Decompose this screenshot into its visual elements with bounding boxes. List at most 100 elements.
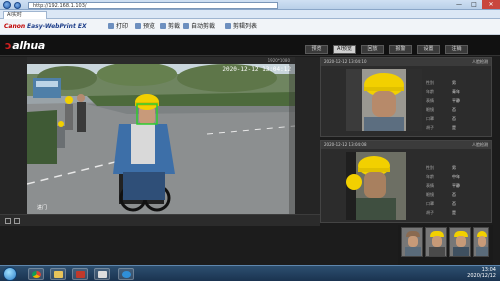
brand-logo: ↄalhua: [5, 39, 45, 52]
tab-ai-preview[interactable]: AI预览: [333, 45, 356, 54]
attr-value: 青年: [452, 89, 460, 94]
attribute-list: 性别男 年龄 中年 表情 平静 眼镜否 口罩否 胡子是: [426, 163, 486, 217]
attr-value: 否: [452, 107, 456, 112]
detection-panel-2: 2020-12-12 13:04:08 人脸检测 性别 男 年龄 中年 表情 平静 眼…: [320, 140, 492, 223]
close-button[interactable]: ✕: [482, 0, 500, 9]
fav-preview[interactable]: 预览: [135, 23, 155, 31]
attr-row: 性别 男: [426, 78, 486, 87]
attr-value: 是: [452, 125, 456, 130]
panel-timestamp: 2020-12-12 13:04:08: [324, 142, 367, 147]
taskbar-app[interactable]: [94, 268, 110, 280]
forward-button[interactable]: [14, 2, 21, 9]
browser-titlebar: http://192.168.1.103/ — □ ✕: [0, 0, 500, 10]
brand-text: alhua: [12, 39, 46, 52]
live-video[interactable]: 2020-12-12 13:04:12 进门: [27, 64, 295, 214]
camera-name-overlay: 进门: [37, 205, 48, 211]
start-button[interactable]: [3, 267, 17, 281]
browser-tab[interactable]: AI实时: [3, 11, 47, 19]
fav-print-label: 打印: [116, 23, 129, 30]
video-time-overlay: 2020-12-12 13:04:12: [222, 66, 291, 73]
taskbar-media[interactable]: [72, 268, 88, 280]
logo-swirl-icon: ↄ: [5, 39, 12, 52]
tab-alarm[interactable]: 报警: [389, 45, 412, 54]
attr-key: 性别: [426, 165, 434, 170]
attribute-list: 性别男 年龄 青年 表情 平静 眼镜否 口罩否 胡子是: [426, 78, 486, 132]
attr-value: 平静: [452, 98, 460, 103]
attr-row: 胡子 是: [426, 208, 486, 217]
attr-row: 眼镜 否: [426, 105, 486, 114]
panel-header: 2020-12-12 13:04:08 人脸检测: [321, 141, 491, 149]
os-taskbar: 13:04 2020/12/12: [0, 265, 500, 281]
fav-auto-clip[interactable]: 自动剪裁: [183, 23, 215, 31]
clip-list-icon: [225, 23, 231, 29]
video-control-bar: [0, 214, 320, 226]
attr-key: 口罩: [426, 201, 434, 206]
face-snapshot[interactable]: [346, 152, 406, 220]
tab-logout[interactable]: 注销: [445, 45, 468, 54]
attr-row: 口罩 否: [426, 114, 486, 123]
attr-value: 否: [452, 201, 456, 206]
maximize-button[interactable]: □: [467, 0, 481, 9]
attr-row: 表情 平静: [426, 181, 486, 190]
attr-key: 年龄: [426, 174, 434, 179]
capture-thumbnail[interactable]: [401, 227, 423, 257]
attr-value: 平静: [452, 183, 460, 188]
attr-row: 年龄 中年: [426, 172, 486, 181]
attr-key: 年龄: [426, 89, 434, 94]
attr-key: 胡子: [426, 125, 434, 130]
tab-playback[interactable]: 回放: [361, 45, 384, 54]
attr-value: 男: [452, 165, 456, 170]
attr-row: 口罩 否: [426, 199, 486, 208]
panel-header: 2020-12-12 13:04:10 人脸检测: [321, 58, 491, 66]
attr-value: 中年: [452, 174, 460, 179]
attr-row: 性别 男: [426, 163, 486, 172]
panel-tag: 人脸检测: [472, 142, 488, 147]
attr-key: 口罩: [426, 116, 434, 121]
clock-date: 2020/12/12: [467, 273, 496, 279]
taskbar-explorer[interactable]: [50, 268, 66, 280]
attr-key: 眼镜: [426, 192, 434, 197]
attr-value: 否: [452, 192, 456, 197]
face-snapshot-image: [346, 69, 422, 131]
snapshot-icon[interactable]: [14, 218, 20, 224]
attr-value: 是: [452, 210, 456, 215]
fav-clip-list-label: 剪辑列表: [233, 23, 258, 30]
attr-key: 表情: [426, 98, 434, 103]
taskbar-ie[interactable]: [118, 268, 134, 280]
fav-canon[interactable]: Canon: [4, 23, 25, 31]
taskbar-chrome[interactable]: [28, 268, 44, 280]
attr-key: 眼镜: [426, 107, 434, 112]
fav-clip[interactable]: 剪裁: [160, 23, 180, 31]
fav-print[interactable]: 打印: [108, 23, 128, 31]
attr-value: 男: [452, 80, 456, 85]
face-snapshot-image: [346, 152, 406, 220]
back-button[interactable]: [3, 1, 11, 9]
fullscreen-icon[interactable]: [5, 218, 11, 224]
fav-easy-webprint[interactable]: Easy-WebPrint EX: [27, 23, 87, 31]
face-snapshot[interactable]: [346, 69, 422, 131]
attr-row: 眼镜 否: [426, 190, 486, 199]
attr-value: 否: [452, 116, 456, 121]
video-left-margin: [0, 57, 27, 218]
browser-tabbar: AI实时: [0, 10, 500, 19]
address-bar[interactable]: http://192.168.1.103/: [28, 2, 278, 9]
fav-auto-clip-label: 自动剪裁: [191, 23, 216, 30]
fav-clip-label: 剪裁: [168, 23, 181, 30]
attr-key: 胡子: [426, 210, 434, 215]
attr-key: 性别: [426, 80, 434, 85]
fav-clip-list[interactable]: 剪辑列表: [225, 23, 257, 31]
video-scene: [27, 64, 295, 214]
capture-thumbnail[interactable]: [473, 227, 489, 257]
capture-thumbnail[interactable]: [449, 227, 471, 257]
panel-timestamp: 2020-12-12 13:04:10: [324, 59, 367, 64]
capture-thumbnails: [398, 225, 493, 265]
tab-preview[interactable]: 预览: [305, 45, 328, 54]
auto-clip-icon: [183, 23, 189, 29]
app-header: ↄalhua 预览 AI预览 回放 报警 设置 注销: [0, 35, 500, 56]
attr-key: 表情: [426, 183, 434, 188]
minimize-button[interactable]: —: [452, 0, 466, 9]
clock[interactable]: 13:04 2020/12/12: [467, 267, 496, 279]
attr-row: 表情 平静: [426, 96, 486, 105]
tab-settings[interactable]: 设置: [417, 45, 440, 54]
capture-thumbnail[interactable]: [425, 227, 447, 257]
